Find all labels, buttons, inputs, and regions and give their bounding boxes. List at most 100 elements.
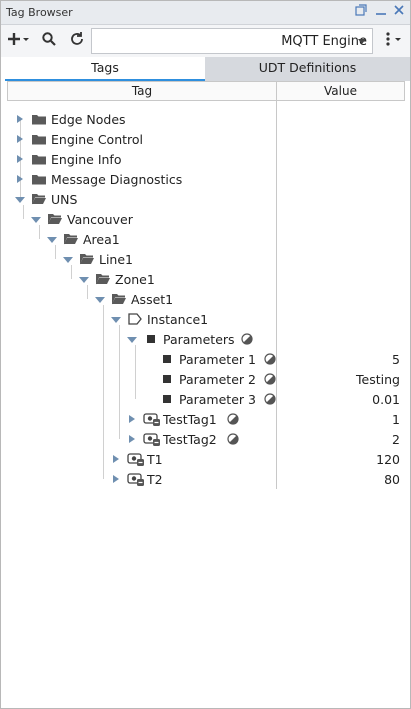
tree-row[interactable]: Area1 xyxy=(7,229,405,249)
more-options-icon[interactable] xyxy=(379,31,407,51)
tag-browser-window: Tag Browser MQTT Engine Tags UDT Definit… xyxy=(0,0,411,709)
tree-row[interactable]: TestTag1 1 xyxy=(7,409,405,429)
float-icon[interactable] xyxy=(353,4,369,20)
folder-icon xyxy=(31,151,47,167)
tree-row[interactable]: Message Diagnostics xyxy=(7,169,405,189)
window-title: Tag Browser xyxy=(6,6,73,19)
tag-provider-select[interactable]: MQTT Engine xyxy=(91,28,373,54)
expanded-arrow-icon[interactable] xyxy=(95,297,105,303)
collapsed-arrow-icon[interactable] xyxy=(17,115,23,123)
parameter-icon xyxy=(159,391,175,407)
parameter-icon xyxy=(159,371,175,387)
tree-row[interactable]: T1 120 xyxy=(7,449,405,469)
folder-open-icon xyxy=(79,251,95,267)
collapsed-arrow-icon[interactable] xyxy=(129,415,135,423)
tree-row[interactable]: Parameter 3 0.01 xyxy=(7,389,405,409)
add-tag-button[interactable] xyxy=(7,31,31,51)
tree-row-value: 1 xyxy=(392,412,400,427)
collapsed-arrow-icon[interactable] xyxy=(129,435,135,443)
status-indicator-icon xyxy=(264,353,276,365)
collapsed-arrow-icon[interactable] xyxy=(17,135,23,143)
tree-row[interactable]: UNS xyxy=(7,189,405,209)
tree-row[interactable]: Line1 xyxy=(7,249,405,269)
tree-row-label: Asset1 xyxy=(131,292,174,307)
collapsed-arrow-icon[interactable] xyxy=(113,475,119,483)
folder-open-icon xyxy=(63,231,79,247)
tree-row[interactable]: T2 80 xyxy=(7,469,405,489)
expanded-arrow-icon[interactable] xyxy=(127,337,137,343)
tree-row-label: Edge Nodes xyxy=(51,112,126,127)
collapsed-arrow-icon[interactable] xyxy=(113,455,119,463)
minimize-icon[interactable] xyxy=(373,4,389,20)
expanded-arrow-icon[interactable] xyxy=(15,197,25,203)
tree-row-value: 2 xyxy=(392,432,400,447)
collapsed-arrow-icon[interactable] xyxy=(17,155,23,163)
tab-udt-definitions[interactable]: UDT Definitions xyxy=(205,57,410,81)
collapsed-arrow-icon[interactable] xyxy=(17,175,23,183)
status-indicator-icon xyxy=(226,433,239,445)
tree-row[interactable]: Parameter 2 Testing xyxy=(7,369,405,389)
tree-row-value: Testing xyxy=(356,372,400,387)
column-header-value[interactable]: Value xyxy=(276,81,405,101)
chevron-down-icon xyxy=(358,39,366,44)
tree-row-label: Parameter 1 xyxy=(179,352,256,367)
parameter-icon xyxy=(143,331,159,347)
expanded-arrow-icon[interactable] xyxy=(63,257,73,263)
search-icon[interactable] xyxy=(39,31,59,51)
tab-strip: Tags UDT Definitions xyxy=(1,57,410,81)
tree-row[interactable]: TestTag2 2 xyxy=(7,429,405,449)
tree-row-label: Area1 xyxy=(83,232,120,247)
tree-row-label: Parameters xyxy=(163,332,235,347)
column-header-tag[interactable]: Tag xyxy=(7,81,277,101)
tree-row-value: 5 xyxy=(392,352,400,367)
tree-row-label: Engine Info xyxy=(51,152,122,167)
tree-row-label: TestTag2 xyxy=(163,432,217,447)
tree-row[interactable]: Parameters xyxy=(7,329,405,349)
tree-row[interactable]: Asset1 xyxy=(7,289,405,309)
tree-row-label: T1 xyxy=(147,452,163,467)
tree-row[interactable]: Zone1 xyxy=(7,269,405,289)
tag-tree: Edge Nodes Engine Control Engine Info Messa… xyxy=(7,101,405,491)
tree-row-label: Parameter 3 xyxy=(179,392,256,407)
tree-row-label: Parameter 2 xyxy=(179,372,256,387)
status-indicator-icon xyxy=(264,373,276,385)
tag-provider-value: MQTT Engine xyxy=(281,34,367,49)
folder-open-icon xyxy=(111,291,127,307)
tree-row-label: Message Diagnostics xyxy=(51,172,183,187)
folder-open-icon xyxy=(31,191,47,207)
tree-row-label: Vancouver xyxy=(67,212,133,227)
close-icon[interactable] xyxy=(391,4,407,20)
expanded-arrow-icon[interactable] xyxy=(79,277,89,283)
folder-icon xyxy=(31,131,47,147)
parameter-icon xyxy=(159,351,175,367)
expanded-arrow-icon[interactable] xyxy=(111,317,121,323)
expanded-arrow-icon[interactable] xyxy=(31,217,41,223)
tree-row-label: Zone1 xyxy=(115,272,155,287)
folder-icon xyxy=(31,171,47,187)
udt-instance-icon xyxy=(127,311,143,327)
tree-row-label: T2 xyxy=(147,472,163,487)
tree-row[interactable]: Vancouver xyxy=(7,209,405,229)
status-indicator-icon xyxy=(241,333,253,345)
column-divider xyxy=(276,101,277,489)
folder-icon xyxy=(31,111,47,127)
tree-row[interactable]: Engine Control xyxy=(7,129,405,149)
expanded-arrow-icon[interactable] xyxy=(47,237,57,243)
tab-tags[interactable]: Tags xyxy=(5,57,205,81)
title-bar: Tag Browser xyxy=(1,1,410,25)
tree-row-label: UNS xyxy=(51,192,78,207)
tree-row[interactable]: Parameter 1 5 xyxy=(7,349,405,369)
tag-icon xyxy=(143,411,160,427)
folder-open-icon xyxy=(47,211,63,227)
tree-row-value: 0.01 xyxy=(372,392,400,407)
folder-open-icon xyxy=(95,271,111,287)
tree-row[interactable]: Instance1 xyxy=(7,309,405,329)
tree-row-label: Engine Control xyxy=(51,132,143,147)
tree-row[interactable]: Engine Info xyxy=(7,149,405,169)
refresh-icon[interactable] xyxy=(67,31,87,51)
tree-row-value: 80 xyxy=(384,472,400,487)
tree-row-value: 120 xyxy=(376,452,400,467)
tree-row[interactable]: Edge Nodes xyxy=(7,109,405,129)
tree-row-label: TestTag1 xyxy=(163,412,217,427)
tree-row-label: Instance1 xyxy=(147,312,209,327)
